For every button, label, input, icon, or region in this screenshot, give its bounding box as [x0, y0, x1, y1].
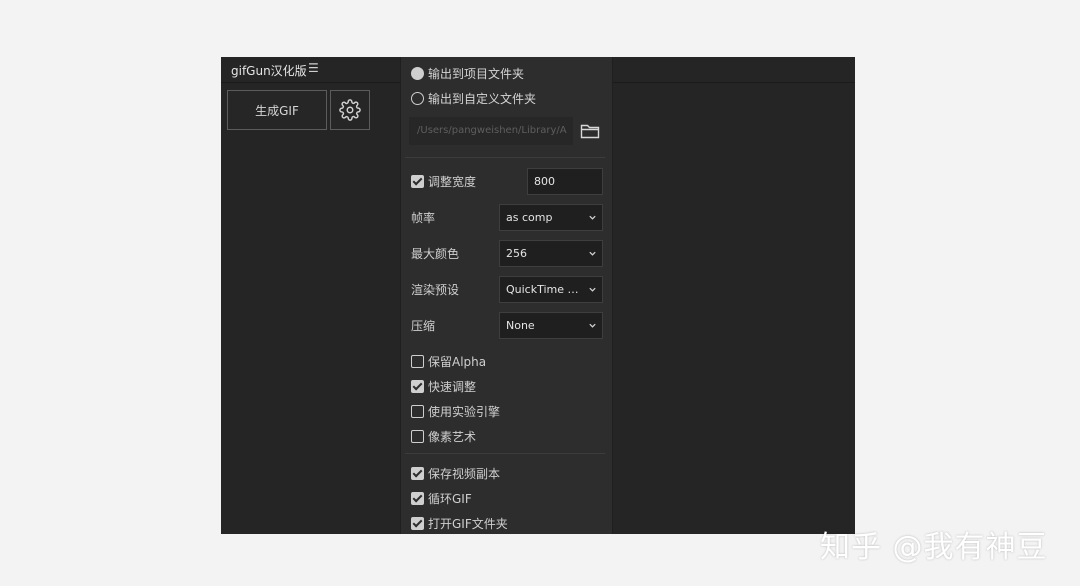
- checkbox-checked-icon: [411, 517, 424, 530]
- gear-icon: [339, 99, 361, 121]
- experimental-engine-checkbox[interactable]: 使用实验引擎: [411, 403, 500, 420]
- checkbox-unchecked-icon: [411, 355, 424, 368]
- open-gif-folder-checkbox[interactable]: 打开GIF文件夹: [411, 515, 508, 532]
- checkbox-label: 保留Alpha: [428, 355, 487, 369]
- browse-folder-button[interactable]: [579, 120, 601, 142]
- fast-resize-checkbox[interactable]: 快速调整: [411, 378, 476, 395]
- compression-label: 压缩: [411, 319, 436, 333]
- output-custom-folder-option[interactable]: 输出到自定义文件夹: [411, 90, 536, 107]
- checkbox-label: 保存视频副本: [428, 467, 501, 481]
- radio-selected-icon: [411, 67, 424, 80]
- resize-width-label: 调整宽度: [428, 175, 477, 189]
- max-colors-label: 最大颜色: [411, 247, 460, 261]
- fps-select[interactable]: as comp: [499, 204, 603, 231]
- checkbox-unchecked-icon: [411, 430, 424, 443]
- watermark: 知乎 @我有神豆: [820, 530, 1048, 565]
- checkbox-label: 快速调整: [428, 380, 477, 394]
- chevron-down-icon: [589, 323, 596, 328]
- settings-popup: 输出到项目文件夹 输出到自定义文件夹 /Users/pangweishen/Li…: [400, 57, 613, 534]
- save-video-copy-checkbox[interactable]: 保存视频副本: [411, 465, 500, 482]
- compression-select[interactable]: None: [499, 312, 603, 339]
- fps-label: 帧率: [411, 211, 436, 225]
- generate-gif-button[interactable]: 生成GIF: [227, 90, 327, 130]
- checkbox-label: 使用实验引擎: [428, 405, 501, 419]
- checkbox-label: 循环GIF: [428, 492, 472, 506]
- gifgun-panel: gifGun汉化版 ☰ 生成GIF 输出到项目文件夹 输出到自定义文件夹 /Us…: [221, 57, 855, 534]
- panel-title: gifGun汉化版: [231, 64, 307, 78]
- width-input[interactable]: 800: [527, 168, 603, 195]
- output-path-field[interactable]: /Users/pangweishen/Library/A: [409, 117, 573, 145]
- checkbox-unchecked-icon: [411, 405, 424, 418]
- divider: [405, 157, 605, 158]
- output-project-folder-option[interactable]: 输出到项目文件夹: [411, 65, 524, 82]
- keep-alpha-checkbox[interactable]: 保留Alpha: [411, 353, 486, 370]
- chevron-down-icon: [589, 215, 596, 220]
- checkbox-label: 像素艺术: [428, 430, 477, 444]
- chevron-down-icon: [589, 251, 596, 256]
- checkbox-checked-icon: [411, 380, 424, 393]
- divider: [405, 453, 605, 454]
- render-preset-label: 渲染预设: [411, 283, 460, 297]
- output-option-label: 输出到自定义文件夹: [428, 92, 537, 106]
- checkbox-checked-icon: [411, 175, 424, 188]
- pixel-art-checkbox[interactable]: 像素艺术: [411, 428, 476, 445]
- render-preset-value: QuickTime DV...: [506, 283, 584, 296]
- resize-width-checkbox[interactable]: 调整宽度: [411, 173, 476, 190]
- checkbox-checked-icon: [411, 467, 424, 480]
- settings-button[interactable]: [330, 90, 370, 130]
- compression-value: None: [506, 319, 535, 332]
- max-colors-select[interactable]: 256: [499, 240, 603, 267]
- fps-value: as comp: [506, 211, 553, 224]
- checkbox-checked-icon: [411, 492, 424, 505]
- render-preset-select[interactable]: QuickTime DV...: [499, 276, 603, 303]
- max-colors-value: 256: [506, 247, 527, 260]
- hamburger-icon[interactable]: ☰: [308, 61, 319, 75]
- loop-gif-checkbox[interactable]: 循环GIF: [411, 490, 472, 507]
- chevron-down-icon: [589, 287, 596, 292]
- output-option-label: 输出到项目文件夹: [428, 67, 525, 81]
- checkbox-label: 打开GIF文件夹: [428, 517, 508, 531]
- radio-unselected-icon: [411, 92, 424, 105]
- folder-icon: [580, 124, 600, 139]
